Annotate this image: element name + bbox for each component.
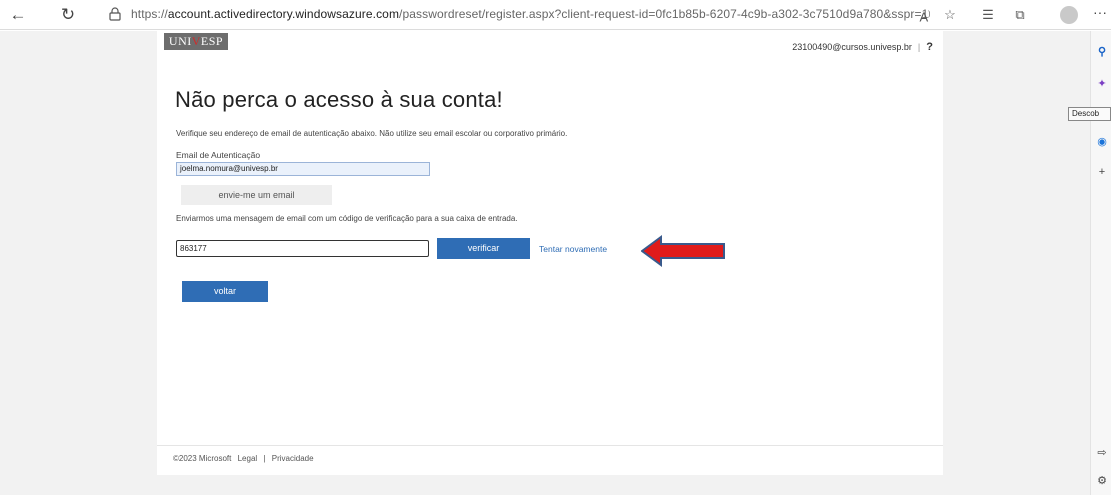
content-card: UNIVESP 23100490@cursos.univesp.br |? Não… — [157, 31, 943, 445]
discover-icon[interactable]: ✦ — [1095, 77, 1109, 91]
annotation-arrow — [641, 235, 725, 267]
discover-tooltip: Descob — [1068, 107, 1111, 121]
back-button[interactable]: voltar — [182, 281, 268, 302]
favorite-star-icon[interactable]: ☆ — [940, 5, 960, 25]
profile-avatar[interactable] — [1060, 6, 1078, 24]
address-bar[interactable]: https://account.activedirectory.windowsa… — [104, 3, 1030, 27]
send-email-button[interactable]: envie-me um email — [181, 185, 332, 205]
help-icon[interactable]: ? — [926, 41, 933, 53]
settings-gear-icon[interactable]: ⚙ — [1095, 474, 1109, 488]
page-info-icon[interactable] — [108, 6, 122, 22]
user-area: 23100490@cursos.univesp.br |? — [792, 41, 933, 53]
refresh-icon[interactable]: ↻ — [58, 5, 78, 25]
collections-icon[interactable]: ⧉ — [1010, 5, 1030, 25]
page-viewport: UNIVESP 23100490@cursos.univesp.br |? Não… — [0, 31, 1090, 495]
page-title: Não perca o acesso à sua conta! — [175, 87, 503, 112]
univesp-logo: UNIVESP — [164, 33, 228, 50]
favorites-list-icon[interactable]: ☰ — [978, 5, 998, 25]
url-text: https://account.activedirectory.windowsa… — [131, 7, 929, 21]
verification-code-input[interactable]: 863177 — [176, 240, 429, 257]
auth-email-input[interactable]: joelma.nomura@univesp.br — [176, 162, 430, 176]
email-label: Email de Autenticação — [176, 150, 261, 160]
back-arrow-icon[interactable]: ← — [8, 5, 28, 25]
copyright-text: ©2023 Microsoft — [173, 454, 232, 463]
browser-toolbar: ← ↻ https://account.activedirectory.wind… — [0, 0, 1111, 30]
hide-sidebar-icon[interactable]: ⇨ — [1095, 446, 1109, 460]
sent-message: Enviarmos uma mensagem de email com um c… — [176, 214, 518, 223]
verify-button[interactable]: verificar — [437, 238, 530, 259]
privacy-link[interactable]: Privacidade — [272, 454, 314, 463]
instruction-text: Verifique seu endereço de email de auten… — [176, 129, 568, 138]
outlook-icon[interactable]: ◉ — [1095, 135, 1109, 149]
add-icon[interactable]: + — [1095, 165, 1109, 179]
retry-link[interactable]: Tentar novamente — [539, 244, 607, 254]
browser-sidebar: ⚲ ✦ ◉ + ⇨ ⚙ — [1090, 31, 1111, 495]
legal-link[interactable]: Legal — [238, 454, 258, 463]
search-icon[interactable]: ⚲ — [1095, 45, 1109, 59]
user-email[interactable]: 23100490@cursos.univesp.br — [792, 42, 912, 52]
more-menu-icon[interactable]: ··· — [1093, 4, 1107, 20]
read-aloud-icon[interactable]: A) — [915, 5, 935, 25]
page-footer: ©2023 Microsoft Legal | Privacidade — [157, 445, 943, 475]
